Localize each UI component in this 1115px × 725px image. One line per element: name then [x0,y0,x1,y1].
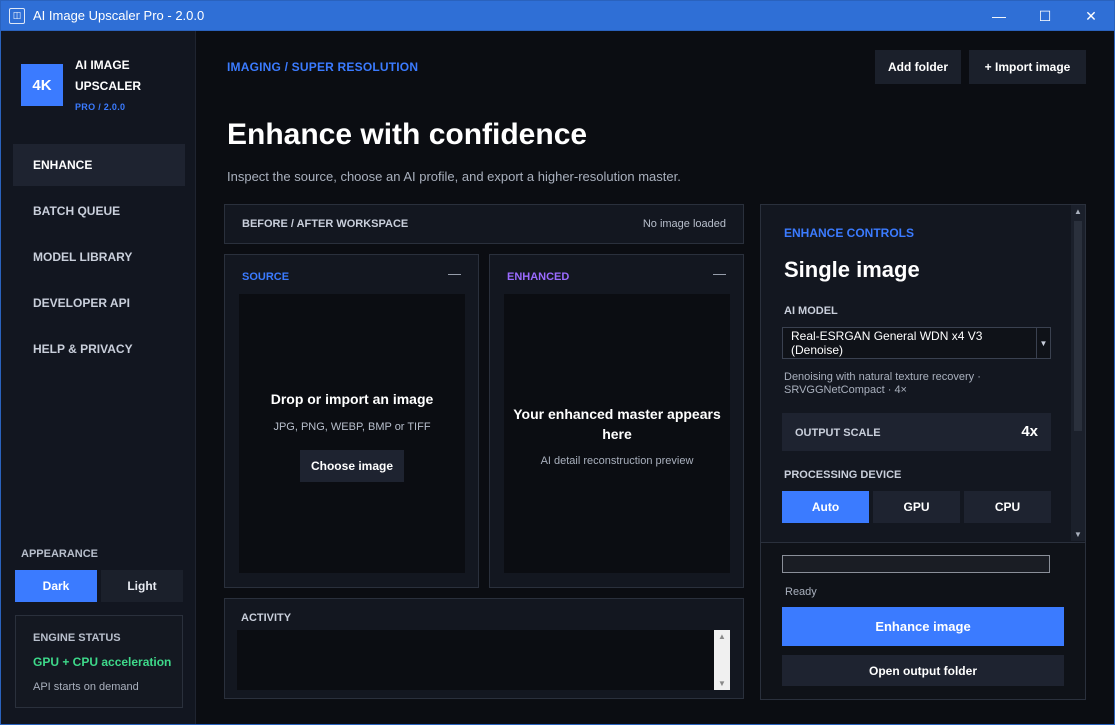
activity-log[interactable]: ▲ ▼ [237,630,730,690]
processing-device-toggle: Auto GPU CPU [782,491,1051,523]
sidebar-item-enhance[interactable]: ENHANCE [13,144,185,186]
ai-model-label: AI MODEL [784,305,838,317]
scroll-down-icon[interactable]: ▼ [718,679,726,688]
workspace-status: No image loaded [642,218,726,230]
choose-image-button[interactable]: Choose image [300,450,404,482]
enhanced-preview: Your enhanced master appears here AI det… [504,294,730,573]
add-folder-button[interactable]: Add folder [875,50,961,84]
engine-status-note: API starts on demand [33,681,139,693]
open-output-folder-button[interactable]: Open output folder [782,655,1064,686]
app-logo: 4K [21,64,63,106]
ai-model-value: Real-ESRGAN General WDN x4 V3 (Denoise) [791,329,983,357]
source-panel: SOURCE — Drop or import an image JPG, PN… [224,254,479,588]
enhanced-placeholder-subtitle: AI detail reconstruction preview [540,455,694,467]
drop-title: Drop or import an image [270,391,434,407]
activity-panel: ACTIVITY ▲ ▼ [224,598,744,699]
sidebar-item-developer-api[interactable]: DEVELOPER API [13,282,185,324]
activity-label: ACTIVITY [241,612,292,624]
breadcrumb[interactable]: IMAGING / SUPER RESOLUTION [227,60,418,74]
controls-title: Single image [784,257,920,282]
sidebar-item-help-privacy[interactable]: HELP & PRIVACY [13,328,185,370]
enhance-image-button[interactable]: Enhance image [782,607,1064,646]
app-icon: ◫ [9,7,25,24]
sidebar-item-batch-queue[interactable]: BATCH QUEUE [13,190,185,232]
window-title: AI Image Upscaler Pro - 2.0.0 [33,8,205,23]
sidebar-item-model-library[interactable]: MODEL LIBRARY [13,236,185,278]
sidebar-nav: ENHANCE BATCH QUEUE MODEL LIBRARY DEVELO… [13,144,185,374]
device-auto-button[interactable]: Auto [782,491,869,523]
minimize-button[interactable]: — [976,1,1022,31]
status-text: Ready [785,586,817,598]
brand-version: PRO / 2.0.0 [75,102,126,112]
import-image-button[interactable]: + Import image [969,50,1086,84]
output-scale-value: 4x [1021,423,1038,440]
close-button[interactable]: ✕ [1068,1,1114,31]
device-gpu-button[interactable]: GPU [873,491,960,523]
title-bar: ◫ AI Image Upscaler Pro - 2.0.0 — ☐ ✕ [0,0,1115,31]
sidebar: 4K AI IMAGE UPSCALER PRO / 2.0.0 ENHANCE… [1,31,196,724]
processing-device-label: PROCESSING DEVICE [784,469,902,481]
maximize-button[interactable]: ☐ [1022,1,1068,31]
workspace-header: BEFORE / AFTER WORKSPACE No image loaded [224,204,744,244]
enhanced-panel: ENHANCED — Your enhanced master appears … [489,254,744,588]
scroll-up-icon[interactable]: ▲ [718,632,726,641]
scroll-down-icon[interactable]: ▼ [1074,530,1082,539]
drop-formats: JPG, PNG, WEBP, BMP or TIFF [273,421,431,433]
scroll-up-icon[interactable]: ▲ [1074,207,1082,216]
device-cpu-button[interactable]: CPU [964,491,1051,523]
engine-status-value: GPU + CPU acceleration [33,655,172,669]
enhanced-placeholder-title: Your enhanced master appears here [513,406,721,442]
progress-bar [782,555,1050,573]
output-scale-label: OUTPUT SCALE [795,427,881,439]
source-drop-zone[interactable]: Drop or import an image JPG, PNG, WEBP, … [239,294,465,573]
source-collapse-icon[interactable]: — [448,266,461,281]
window-controls: — ☐ ✕ [976,1,1114,31]
appearance-label: APPEARANCE [21,548,99,560]
theme-light-button[interactable]: Light [101,570,183,602]
model-description: Denoising with natural texture recovery … [784,371,981,396]
page-title: Enhance with confidence [227,118,588,151]
engine-status-title: ENGINE STATUS [33,632,121,644]
ai-model-select[interactable]: Real-ESRGAN General WDN x4 V3 (Denoise) … [782,327,1051,359]
controls-kicker: ENHANCE CONTROLS [784,226,915,240]
engine-status-panel: ENGINE STATUS GPU + CPU acceleration API… [15,615,183,708]
scrollbar-thumb[interactable] [1074,221,1082,431]
source-label: SOURCE [242,271,290,283]
output-scale[interactable]: OUTPUT SCALE 4x [782,413,1051,451]
controls-footer: Ready Enhance image Open output folder [761,542,1085,699]
activity-scrollbar[interactable]: ▲ ▼ [714,630,730,690]
theme-dark-button[interactable]: Dark [15,570,97,602]
brand-name: AI IMAGE UPSCALER [75,58,142,93]
enhanced-collapse-icon[interactable]: — [713,266,726,281]
controls-scrollbar[interactable]: ▲ ▼ [1071,205,1085,541]
theme-toggle: Dark Light [15,570,183,602]
enhanced-label: ENHANCED [507,271,570,283]
enhance-controls-panel: ▲ ▼ ENHANCE CONTROLS Single image AI MOD… [760,204,1086,700]
chevron-down-icon[interactable]: ▼ [1036,328,1050,358]
workspace-label: BEFORE / AFTER WORKSPACE [242,218,409,230]
page-subtitle: Inspect the source, choose an AI profile… [227,169,681,184]
